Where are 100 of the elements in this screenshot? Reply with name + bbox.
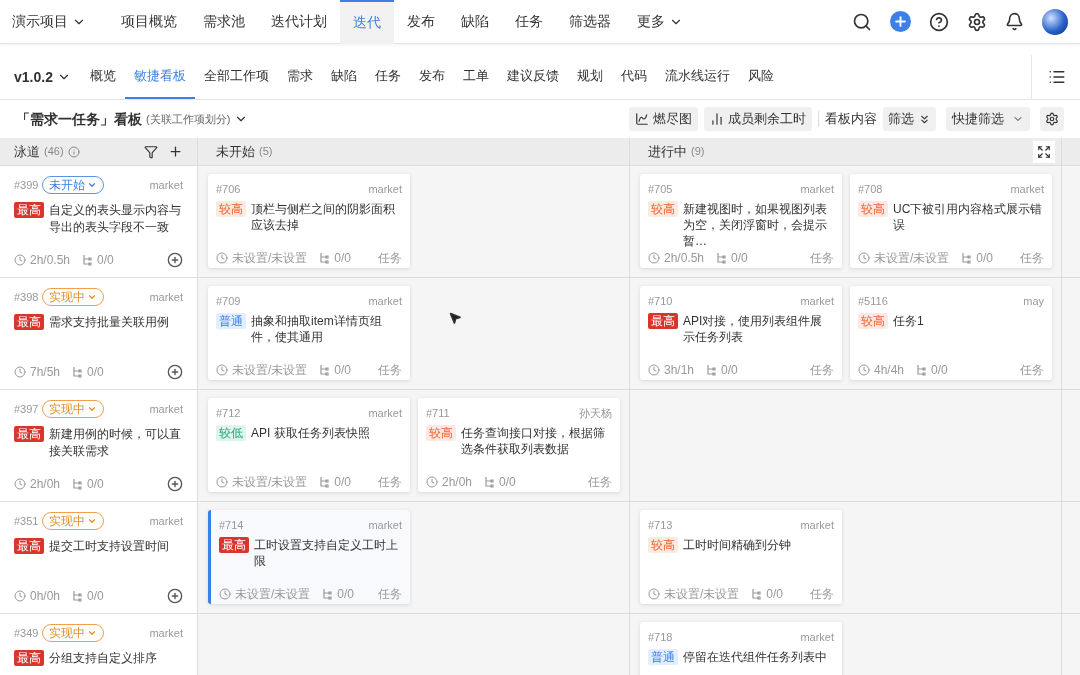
quick-filter-button[interactable]: 快捷筛选	[946, 107, 1030, 131]
subtask-count: 0/0	[334, 249, 352, 267]
task-id: #712	[216, 406, 241, 421]
filter-icon[interactable]	[144, 144, 158, 159]
nav-tab[interactable]: 缺陷	[448, 0, 502, 44]
task-card[interactable]: #708 market 较高 UC下被引用内容格式展示错误 未设置/未设置 0/0 任务	[850, 174, 1052, 268]
remaining-hours-button[interactable]: 成员剩余工时	[704, 107, 812, 131]
chevron-down-icon	[87, 292, 98, 302]
priority-tag: 最高	[14, 202, 44, 218]
priority-tag: 普通	[216, 312, 246, 329]
settings-button[interactable]	[1040, 107, 1064, 131]
task-id: #713	[648, 518, 673, 533]
task-card[interactable]: #706 market 较高 顶栏与侧栏之间的阴影面积应该去掉 未设置/未设置 0/0 任务	[208, 174, 410, 268]
priority-tag: 最高	[14, 650, 44, 666]
nav-tab[interactable]: 迭代	[340, 0, 394, 44]
sub-tab[interactable]: 任务	[365, 55, 410, 99]
project-selector[interactable]: 演示项目	[12, 11, 86, 32]
task-card[interactable]: #711 孙天杨 较高 任务查询接口对接，根据筛选条件获取列表数据 2h/0h 0/0 任务	[418, 398, 620, 492]
lane-card[interactable]: #398 实现中 market 最高 需求支持批量关联用例 7h/5h 0/0	[0, 278, 198, 389]
fullscreen-button[interactable]	[1033, 140, 1055, 163]
lane-card[interactable]: #399 未开始 market 最高 自定义的表头显示内容与导出的表头字段不一致 2h/0.5h 0/0	[0, 166, 198, 277]
nav-tab[interactable]: 迭代计划	[258, 0, 340, 44]
version-selector[interactable]: v1.0.2	[14, 55, 71, 99]
time-estimate: 未设置/未设置	[232, 249, 308, 267]
subtask-icon	[72, 366, 84, 378]
task-title: 新建视图时，如果视图列表为空，关闭浮窗时，会提示暂…	[683, 200, 828, 249]
add-icon[interactable]	[167, 588, 183, 604]
add-button[interactable]	[890, 11, 911, 32]
sub-tab[interactable]: 建议反馈	[497, 55, 568, 99]
sub-tab[interactable]: 发布	[409, 55, 454, 99]
task-card[interactable]: #712 market 较低 API 获取任务列表快照 未设置/未设置 0/0 任务	[208, 398, 410, 492]
subtask-icon	[716, 251, 728, 264]
task-card[interactable]: #5116 may 较高 任务1 4h/4h 0/0 任务	[850, 286, 1052, 380]
task-id: #708	[858, 182, 883, 197]
chevron-down-icon	[87, 404, 98, 414]
subtask-icon	[751, 587, 763, 600]
lane-title: 新建用例的时候，可以直接关联需求	[49, 426, 182, 460]
subtask-icon	[706, 363, 718, 376]
add-icon[interactable]	[167, 476, 183, 492]
nav-tab[interactable]: 发布	[394, 0, 448, 44]
task-title: 顶栏与侧栏之间的阴影面积应该去掉	[251, 200, 396, 234]
subtask-icon	[82, 254, 94, 266]
time-estimate: 2h/0h	[30, 476, 61, 493]
nav-tab[interactable]: 任务	[502, 0, 556, 44]
content-label: 看板内容	[825, 110, 877, 129]
burndown-button[interactable]: 燃尽图	[629, 107, 698, 131]
nav-tab[interactable]: 需求池	[190, 0, 258, 44]
task-title: 抽象和抽取item详情页组件，使其通用	[251, 312, 383, 346]
time-estimate: 2h/0.5h	[664, 249, 705, 267]
task-owner: market	[800, 630, 834, 645]
task-card[interactable]: #718 market 普通 停留在迭代组件任务列表中	[640, 622, 842, 675]
user-avatar[interactable]	[1042, 8, 1068, 35]
sub-tab[interactable]: 工单	[453, 55, 498, 99]
nav-tab[interactable]: 项目概览	[108, 0, 190, 44]
settings-icon	[1045, 112, 1059, 126]
task-owner: market	[368, 294, 402, 309]
sub-tab[interactable]: 缺陷	[321, 55, 366, 99]
task-card[interactable]: #710 market 最高 API对接，使用列表组件展示任务列表 3h/1h 0/0 任务	[640, 286, 842, 380]
column-count: (9)	[691, 144, 705, 160]
task-card[interactable]: #709 market 普通 抽象和抽取item详情页组件，使其通用 未设置/未设置 0/0 任务	[208, 286, 410, 380]
task-card[interactable]: #705 market 较高 新建视图时，如果视图列表为空，关闭浮窗时，会提示暂… 2h/0.5h 0/0 任务	[640, 174, 842, 268]
sub-tab[interactable]: 需求	[277, 55, 322, 99]
sub-tab[interactable]: 概览	[80, 55, 125, 99]
sub-tab[interactable]: 全部工作项	[194, 55, 278, 99]
sub-tab[interactable]: 规划	[567, 55, 612, 99]
lane-title: 需求支持批量关联用例	[49, 314, 169, 331]
clock-icon	[858, 251, 870, 264]
lane-title: 分组支持自定义排序	[49, 650, 157, 667]
help-icon[interactable]	[929, 11, 949, 32]
task-type: 任务	[1020, 361, 1044, 379]
lane-card[interactable]: #351 实现中 market 最高 提交工时支持设置时间 0h/0h 0/0	[0, 502, 198, 613]
subtask-icon	[72, 478, 84, 490]
settings-icon[interactable]	[967, 11, 987, 32]
plus-icon[interactable]	[168, 144, 183, 159]
add-icon[interactable]	[167, 252, 183, 268]
sub-tab[interactable]: 流水线运行	[655, 55, 739, 99]
bell-icon[interactable]	[1005, 12, 1024, 31]
subtask-icon	[72, 590, 84, 602]
time-estimate: 0h/0h	[30, 588, 61, 605]
list-icon[interactable]	[1048, 68, 1066, 86]
lane-id: #351	[14, 513, 39, 529]
search-icon[interactable]	[852, 11, 872, 32]
priority-tag: 最高	[648, 312, 678, 329]
sub-tab[interactable]: 代码	[611, 55, 656, 99]
add-icon[interactable]	[167, 364, 183, 380]
subtask-count: 0/0	[87, 364, 104, 381]
filter-button[interactable]: 筛选	[883, 107, 936, 131]
chevron-down-icon	[87, 180, 98, 190]
sub-tab[interactable]: 敏捷看板	[124, 55, 195, 99]
task-card[interactable]: #714 market 最高 工时设置支持自定义工时上限 未设置/未设置 0/0 任务	[208, 510, 410, 604]
more-menu[interactable]: 更多	[637, 11, 683, 32]
task-owner: market	[800, 518, 834, 533]
nav-tab[interactable]: 筛选器	[556, 0, 624, 44]
lane-card[interactable]: #397 实现中 market 最高 新建用例的时候，可以直接关联需求 2h/0h 0/0	[0, 390, 198, 501]
sub-tab[interactable]: 风险	[738, 55, 783, 99]
task-title: 任务查询接口对接，根据筛选条件获取列表数据	[461, 424, 606, 458]
clock-icon	[14, 478, 26, 490]
plus-icon	[893, 14, 908, 29]
lane-card[interactable]: #349 实现中 market 最高 分组支持自定义排序	[0, 614, 198, 675]
task-card[interactable]: #713 market 较高 工时时间精确到分钟 未设置/未设置 0/0 任务	[640, 510, 842, 604]
